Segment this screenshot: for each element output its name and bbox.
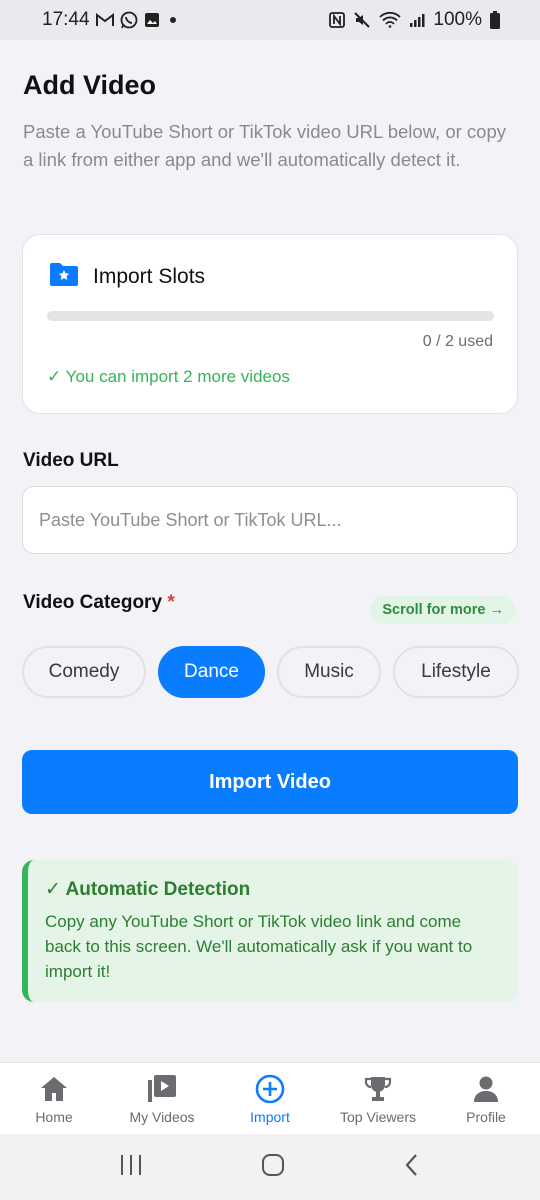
- trophy-icon: [362, 1073, 394, 1105]
- nav-profile[interactable]: Profile: [432, 1063, 540, 1134]
- page-description: Paste a YouTube Short or TikTok video UR…: [23, 121, 506, 170]
- category-chip-music[interactable]: Music: [277, 646, 381, 698]
- automatic-detection-notice: ✓ Automatic Detection Copy any YouTube S…: [22, 860, 518, 1002]
- video-category-label: Video Category *: [23, 592, 175, 614]
- import-slots-title: Import Slots: [93, 264, 206, 288]
- plus-circle-icon: [254, 1073, 286, 1105]
- category-chip-comedy[interactable]: Comedy: [22, 646, 146, 698]
- category-chip-lifestyle[interactable]: Lifestyle: [393, 646, 519, 698]
- gallery-icon: [144, 12, 160, 28]
- status-time: 17:44: [42, 9, 90, 30]
- system-navigation-bar: [0, 1134, 540, 1200]
- nav-profile-label: Profile: [466, 1108, 506, 1125]
- nfc-icon: [329, 12, 346, 28]
- gmail-icon: [95, 13, 114, 27]
- import-slots-card: Import Slots 0 / 2 used ✓ You can import…: [22, 234, 518, 414]
- import-slots-status: ✓ You can import 2 more videos: [47, 367, 290, 386]
- scroll-hint-badge: Scroll for more →: [370, 596, 516, 624]
- nav-home[interactable]: Home: [0, 1063, 108, 1134]
- wifi-icon: [379, 12, 402, 28]
- person-icon: [470, 1073, 502, 1105]
- import-slots-used: 0 / 2 used: [422, 333, 493, 350]
- folder-star-icon: [49, 261, 79, 292]
- category-chip-dance[interactable]: Dance: [158, 646, 265, 698]
- video-library-icon: [146, 1073, 178, 1105]
- status-right: 100%: [329, 9, 500, 31]
- import-slots-header: Import Slots: [49, 261, 205, 292]
- whatsapp-icon: [120, 11, 138, 29]
- status-left: 17:44: [42, 9, 180, 31]
- home-icon: [38, 1073, 70, 1105]
- nav-home-label: Home: [35, 1108, 73, 1125]
- automatic-detection-title: ✓ Automatic Detection: [45, 879, 251, 900]
- nav-import-label: Import: [250, 1108, 290, 1125]
- automatic-detection-text: Copy any YouTube Short or TikTok video l…: [45, 912, 473, 981]
- signal-icon: [409, 12, 425, 28]
- battery-percent: 100%: [433, 9, 482, 30]
- nav-my-videos[interactable]: My Videos: [108, 1063, 216, 1134]
- dot-icon: [166, 13, 180, 27]
- home-circle-icon[interactable]: [260, 1152, 286, 1183]
- back-arrow-icon[interactable]: [402, 1152, 422, 1183]
- nav-top-viewers[interactable]: Top Viewers: [324, 1063, 432, 1134]
- page-title: Add Video: [23, 70, 157, 100]
- add-video-screen: Add Video Paste a YouTube Short or TikTo…: [0, 40, 540, 1062]
- required-mark: *: [167, 592, 175, 613]
- battery-icon: [490, 11, 500, 29]
- video-url-input[interactable]: [22, 486, 518, 554]
- nav-my-videos-label: My Videos: [129, 1108, 195, 1125]
- recent-apps-icon[interactable]: [118, 1153, 144, 1182]
- nav-top-viewers-label: Top Viewers: [339, 1108, 416, 1125]
- mute-icon: [353, 11, 371, 29]
- bottom-navigation: Home My Videos Import Top Viewers Profil…: [0, 1062, 540, 1134]
- video-category-label-text: Video Category: [23, 592, 163, 613]
- category-chips[interactable]: Comedy Dance Music Lifestyle: [22, 644, 540, 700]
- status-bar: 17:44 100%: [0, 0, 540, 40]
- video-url-label: Video URL: [23, 450, 119, 471]
- import-slots-progress: [47, 311, 494, 321]
- nav-import[interactable]: Import: [216, 1063, 324, 1134]
- import-video-button[interactable]: Import Video: [22, 750, 518, 814]
